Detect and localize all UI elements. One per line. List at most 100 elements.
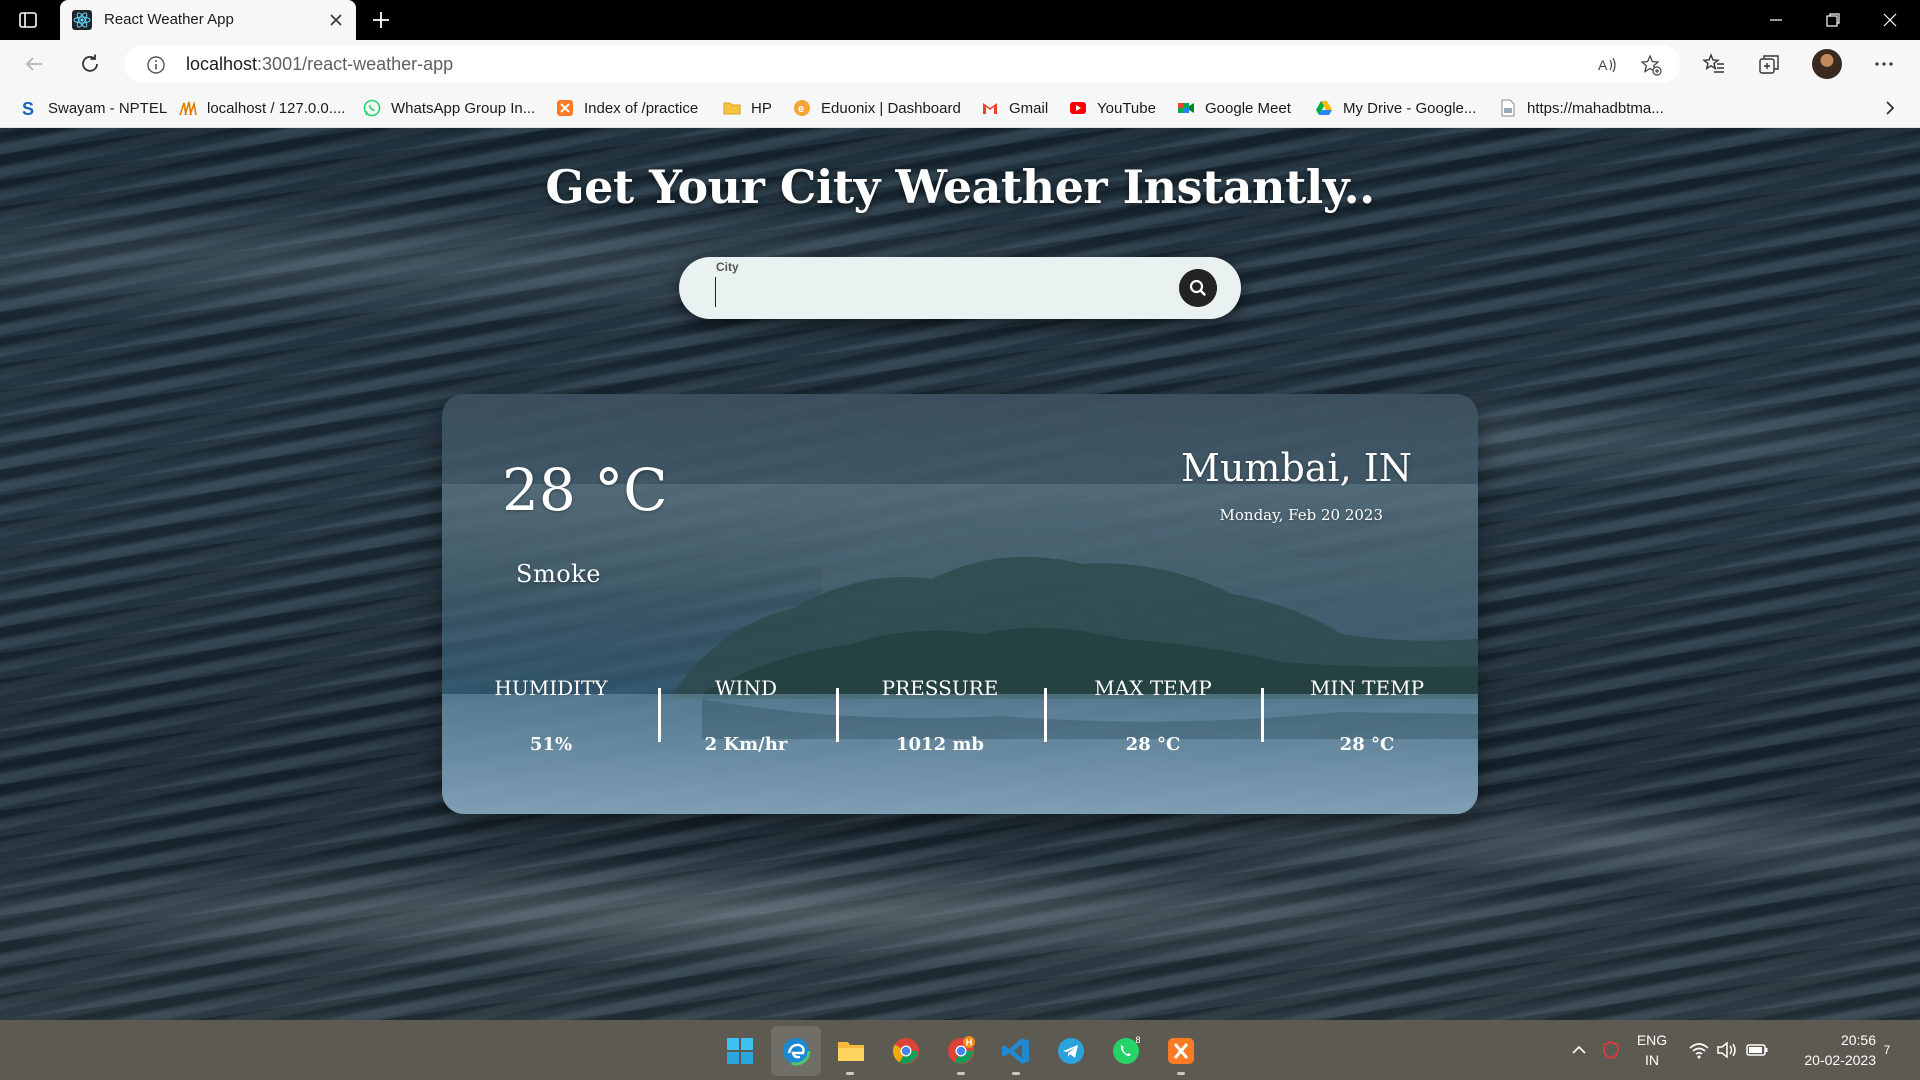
bookmark-label: My Drive - Google... (1343, 99, 1477, 117)
language-indicator[interactable]: ENG IN (1631, 1030, 1673, 1070)
bookmark-youtube[interactable]: YouTube (1069, 97, 1156, 119)
close-tab-icon[interactable] (326, 10, 346, 30)
url-text[interactable]: localhost:3001/react-weather-app (186, 54, 453, 75)
bookmark-eduonix[interactable]: e Eduonix | Dashboard (793, 97, 961, 119)
eduonix-icon: e (794, 100, 810, 116)
stat-min-temp: MIN TEMP 28 °C (1277, 676, 1457, 755)
new-tab-icon[interactable] (370, 9, 392, 31)
tab-actions-icon[interactable] (18, 10, 38, 30)
stat-value: 51% (529, 734, 573, 755)
tab-title: React Weather App (104, 11, 234, 28)
telegram-icon[interactable] (1056, 1036, 1086, 1066)
chrome-profile-badge: H (966, 1038, 973, 1048)
tab-react-weather-app[interactable]: React Weather App (60, 0, 356, 40)
svg-text:S: S (22, 99, 34, 117)
refresh-icon[interactable] (78, 52, 102, 76)
bookmark-localhost[interactable]: localhost / 127.0.0.... (179, 97, 345, 119)
city-name: Mumbai, IN (1181, 446, 1412, 490)
browser-toolbar: localhost:3001/react-weather-app A (0, 40, 1920, 88)
stat-max-temp: MAX TEMP 28 °C (1063, 676, 1243, 755)
chevron-right-icon[interactable] (1880, 98, 1900, 118)
windows-start-icon[interactable] (725, 1036, 755, 1066)
chrome-icon[interactable] (891, 1036, 921, 1066)
city-input-label: City (716, 260, 739, 274)
restore-icon[interactable] (1823, 10, 1843, 30)
bookmark-index-practice[interactable]: Index of /practice (556, 97, 698, 119)
add-favorite-icon[interactable] (1640, 54, 1662, 76)
vscode-icon[interactable] (1001, 1036, 1031, 1066)
edge-icon[interactable] (781, 1036, 811, 1066)
folder-icon (723, 102, 741, 115)
stat-value: 2 Km/hr (704, 734, 788, 755)
bookmark-whatsapp-group[interactable]: WhatsApp Group In... (363, 97, 535, 119)
stat-divider (836, 688, 839, 742)
bookmarks-bar: S Swayam - NPTEL localhost / 127.0.0....… (0, 88, 1920, 128)
bookmark-label: WhatsApp Group In... (391, 99, 536, 117)
read-aloud-icon[interactable]: A (1596, 54, 1618, 76)
language-code: ENG (1636, 1032, 1668, 1048)
stat-divider (1261, 688, 1264, 742)
volume-icon[interactable] (1716, 1040, 1738, 1060)
current-temperature: 28 °C (502, 456, 668, 524)
stat-pressure: PRESSURE 1012 mb (850, 676, 1030, 755)
profile-avatar[interactable] (1812, 49, 1842, 79)
notification-count[interactable]: 7 (1880, 1040, 1894, 1060)
stat-humidity: HUMIDITY 51% (461, 676, 641, 755)
collections-icon[interactable] (1757, 52, 1781, 76)
svg-text:A: A (1598, 57, 1608, 73)
running-indicator (1177, 1072, 1185, 1075)
bookmark-label: YouTube (1097, 99, 1156, 117)
stat-label: WIND (715, 676, 777, 700)
site-info-icon[interactable] (146, 55, 166, 75)
windows-taskbar: H 8 ENG IN 20:56 20-02-2023 7 (0, 1020, 1920, 1080)
react-icon (72, 10, 92, 30)
chrome-profile-icon[interactable]: H (946, 1036, 976, 1066)
minimize-icon[interactable] (1766, 10, 1786, 30)
more-options-icon[interactable] (1872, 52, 1896, 76)
security-shield-icon[interactable] (1601, 1040, 1621, 1060)
running-indicator (1012, 1072, 1020, 1075)
chevron-up-icon[interactable] (1570, 1041, 1588, 1059)
running-indicator (846, 1072, 854, 1075)
weather-condition: Smoke (516, 560, 601, 588)
stat-label: MAX TEMP (1094, 676, 1212, 700)
back-arrow-icon[interactable] (22, 52, 46, 76)
clock[interactable]: 20:56 20-02-2023 (1780, 1030, 1876, 1070)
bookmark-label: HP (751, 99, 772, 117)
swayam-icon: S (22, 99, 34, 117)
whatsapp-badge: 8 (1135, 1036, 1140, 1045)
region-code: IN (1645, 1052, 1659, 1068)
battery-icon[interactable] (1745, 1040, 1769, 1060)
whatsapp-icon (363, 99, 381, 117)
address-bar[interactable]: localhost:3001/react-weather-app A (124, 45, 1680, 83)
bookmark-mahadbt[interactable]: https://mahadbtma... (1499, 97, 1664, 119)
bookmark-swayam[interactable]: S Swayam - NPTEL (20, 97, 167, 119)
close-window-icon[interactable] (1880, 10, 1900, 30)
file-explorer-icon[interactable] (836, 1036, 866, 1066)
current-date: Monday, Feb 20 2023 (1219, 506, 1383, 524)
city-input[interactable] (715, 277, 1145, 307)
favorites-icon[interactable] (1702, 52, 1726, 76)
search-button[interactable] (1179, 269, 1217, 307)
stat-divider (1044, 688, 1047, 742)
bookmark-label: Index of /practice (584, 99, 699, 117)
weather-app-page: Get Your City Weather Instantly.. City 2… (0, 128, 1920, 1020)
bookmark-label: Gmail (1009, 99, 1049, 117)
bookmark-my-drive[interactable]: My Drive - Google... (1315, 97, 1476, 119)
weather-card: 28 °C Smoke Mumbai, IN Monday, Feb 20 20… (442, 394, 1478, 814)
whatsapp-icon[interactable]: 8 (1111, 1036, 1141, 1066)
bookmark-google-meet[interactable]: Google Meet (1177, 97, 1291, 119)
bookmark-label: Eduonix | Dashboard (821, 99, 961, 117)
stat-label: PRESSURE (881, 676, 999, 700)
bookmark-label: localhost / 127.0.0.... (207, 99, 346, 117)
bookmark-gmail[interactable]: Gmail (981, 97, 1048, 119)
bookmark-hp[interactable]: HP (723, 97, 772, 119)
xampp-icon[interactable] (1166, 1036, 1196, 1066)
stat-wind: WIND 2 Km/hr (656, 676, 836, 755)
youtube-icon (1070, 102, 1086, 114)
stat-value: 1012 mb (896, 734, 984, 755)
browser-tab-bar: React Weather App (0, 0, 1920, 40)
bookmark-label: Google Meet (1205, 99, 1291, 117)
wifi-icon[interactable] (1688, 1040, 1710, 1060)
page-icon (1501, 99, 1515, 117)
